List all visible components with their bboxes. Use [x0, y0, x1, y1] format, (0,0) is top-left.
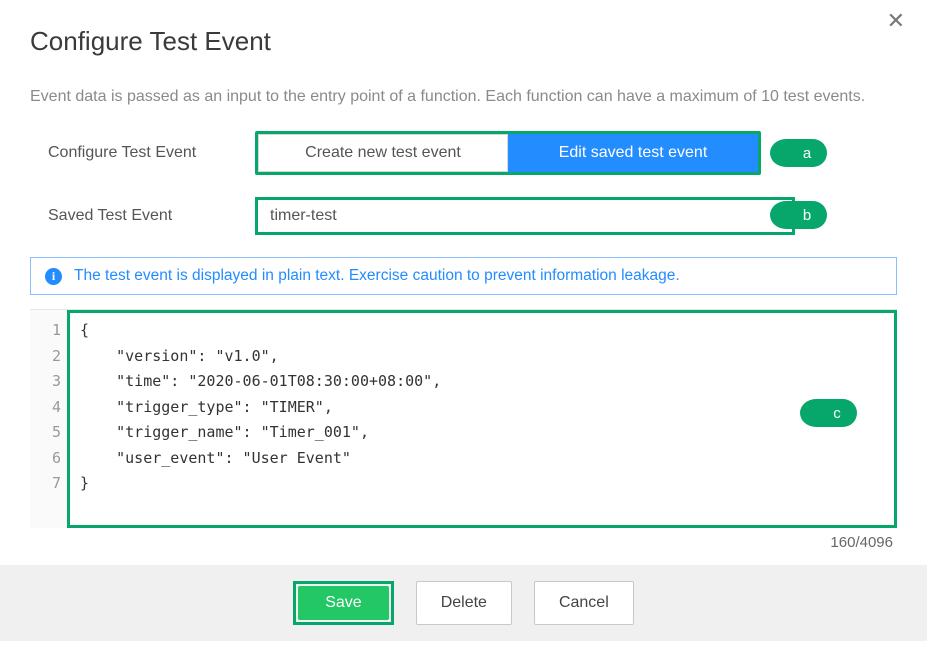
- info-banner: i The test event is displayed in plain t…: [30, 257, 897, 295]
- annotation-b: b: [777, 201, 827, 229]
- annotation-a: a: [777, 139, 827, 167]
- configure-test-event-modal: ✕ Configure Test Event Event data is pas…: [0, 0, 927, 553]
- configure-label: Configure Test Event: [30, 144, 255, 162]
- saved-event-label: Saved Test Event: [30, 207, 255, 225]
- configure-row: Configure Test Event Create new test eve…: [30, 131, 897, 175]
- edit-saved-test-event-button[interactable]: Edit saved test event: [508, 134, 758, 172]
- character-counter: 160/4096: [30, 528, 897, 553]
- modal-footer: Save Delete Cancel: [0, 565, 927, 641]
- close-icon[interactable]: ✕: [887, 8, 905, 34]
- modal-description: Event data is passed as an input to the …: [30, 85, 897, 109]
- save-button-highlight: Save: [293, 581, 393, 625]
- saved-test-event-select[interactable]: timer-test: [255, 197, 795, 235]
- info-icon: i: [45, 268, 62, 285]
- selected-event-value: timer-test: [270, 207, 337, 225]
- cancel-button[interactable]: Cancel: [534, 581, 634, 625]
- code-editor-container: 1 2 3 4 5 6 7 { "version": "v1.0", "time…: [30, 309, 897, 528]
- event-mode-toggle: Create new test event Edit saved test ev…: [255, 131, 761, 175]
- code-editor[interactable]: { "version": "v1.0", "time": "2020-06-01…: [70, 310, 897, 528]
- delete-button[interactable]: Delete: [416, 581, 512, 625]
- saved-event-row: Saved Test Event timer-test b: [30, 197, 897, 235]
- save-button[interactable]: Save: [298, 586, 388, 620]
- modal-title: Configure Test Event: [30, 26, 897, 57]
- annotation-c: c: [807, 399, 857, 427]
- create-new-test-event-button[interactable]: Create new test event: [258, 134, 508, 172]
- info-text: The test event is displayed in plain tex…: [74, 267, 680, 285]
- code-gutter: 1 2 3 4 5 6 7: [30, 310, 70, 528]
